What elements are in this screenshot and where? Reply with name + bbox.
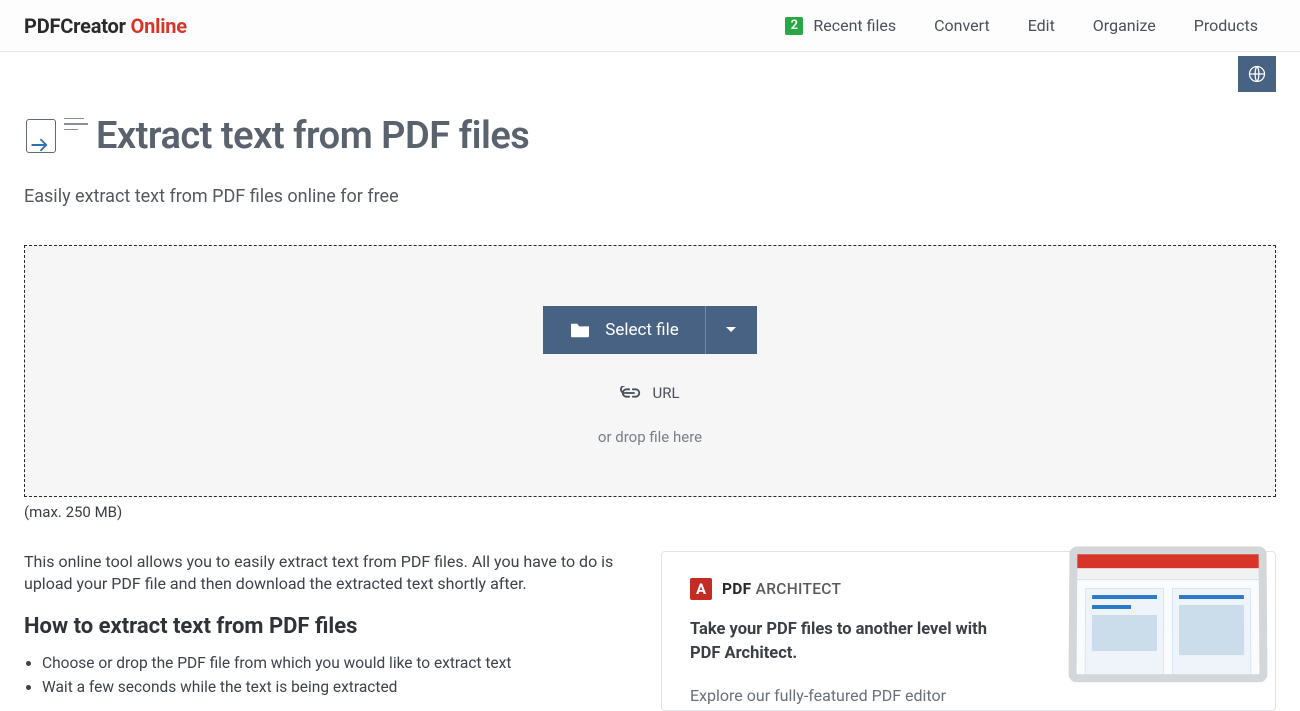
nav-recent-files[interactable]: 2 Recent files [785,16,896,35]
promo-subtext: Explore our fully-featured PDF editor [690,686,1020,705]
url-option[interactable]: URL [620,384,679,402]
how-to-heading: How to extract text from PDF files [24,614,625,639]
chevron-down-icon [725,326,737,334]
promo-card[interactable]: A PDF ARCHITECT Take your PDF files to a… [661,551,1276,711]
url-label: URL [652,384,679,402]
description-section: This online tool allows you to easily ex… [24,551,1276,711]
logo-main: PDFCreator [24,14,126,38]
link-icon [620,386,642,400]
language-button[interactable] [1238,56,1276,92]
nav: 2 Recent files Convert Edit Organize Pro… [785,16,1276,35]
nav-recent-label: Recent files [813,16,896,35]
recent-files-badge: 2 [785,17,803,35]
language-bar [1238,56,1276,92]
extract-text-icon [24,118,64,154]
title-row: Extract text from PDF files [24,114,1276,158]
how-to-step: Choose or drop the PDF file from which y… [42,651,625,675]
promo-logo-text: PDF ARCHITECT [722,580,841,598]
promo-heading: Take your PDF files to another level wit… [690,618,990,666]
folder-icon [569,321,591,339]
globe-icon [1247,64,1267,84]
nav-organize[interactable]: Organize [1093,16,1156,35]
page-title: Extract text from PDF files [96,114,529,158]
drop-hint: or drop file here [598,428,702,446]
promo-logo-icon: A [690,578,712,600]
logo[interactable]: PDFCreator Online [24,14,187,38]
description-paragraph: This online tool allows you to easily ex… [24,551,625,596]
page-subtitle: Easily extract text from PDF files onlin… [24,186,1276,207]
nav-convert[interactable]: Convert [934,16,990,35]
select-file-group: Select file [543,306,757,354]
promo-laptop-image [1059,546,1279,706]
main: Extract text from PDF files Easily extra… [0,52,1300,711]
max-size-note: (max. 250 MB) [24,503,1276,521]
select-file-label: Select file [605,320,679,340]
select-file-button[interactable]: Select file [543,306,705,354]
select-file-dropdown[interactable] [705,306,757,354]
header: PDFCreator Online 2 Recent files Convert… [0,0,1300,52]
how-to-list: Choose or drop the PDF file from which y… [24,651,625,699]
description-left: This online tool allows you to easily ex… [24,551,625,699]
nav-edit[interactable]: Edit [1028,16,1055,35]
file-dropzone[interactable]: Select file URL or drop file here [24,245,1276,497]
logo-accent: Online [131,14,187,38]
how-to-step: Wait a few seconds while the text is bei… [42,675,625,699]
nav-products[interactable]: Products [1194,16,1258,35]
